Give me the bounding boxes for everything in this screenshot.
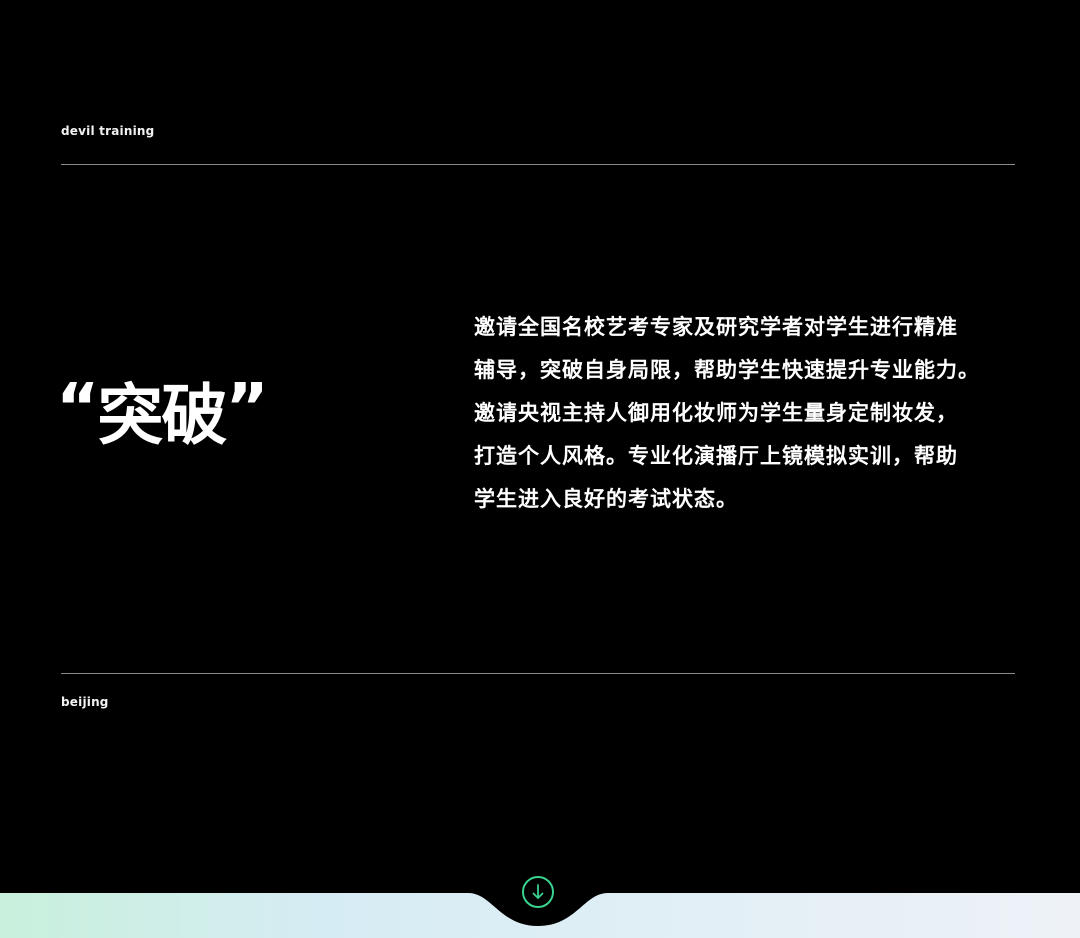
description-line: 邀请央视主持人御用化妆师为学生量身定制妆发， [474,401,958,425]
description-line: 辅导，突破自身局限，帮助学生快速提升专业能力。 [474,358,980,382]
section-label-top: devil training [61,124,155,138]
scroll-down-button[interactable] [522,876,554,908]
headline-close-quote: ” [225,369,268,446]
description-line: 学生进入良好的考试状态。 [474,487,738,511]
section-label-bottom: beijing [61,695,109,709]
description-line: 打造个人风格。专业化演播厅上镜模拟实训，帮助 [474,444,958,468]
description-paragraph: 邀请全国名校艺考专家及研究学者对学生进行精准 辅导，突破自身局限，帮助学生快速提… [474,306,1034,521]
divider-bottom [61,673,1015,674]
description-line: 邀请全国名校艺考专家及研究学者对学生进行精准 [474,315,958,339]
headline-open-quote: “ [56,369,99,446]
page: devil training “突破” 邀请全国名校艺考专家及研究学者对学生进行… [0,0,1080,938]
divider-top [61,164,1015,165]
arrow-down-icon [532,884,544,899]
headline-text: 突破 [97,377,227,454]
headline: “突破” [56,366,269,458]
